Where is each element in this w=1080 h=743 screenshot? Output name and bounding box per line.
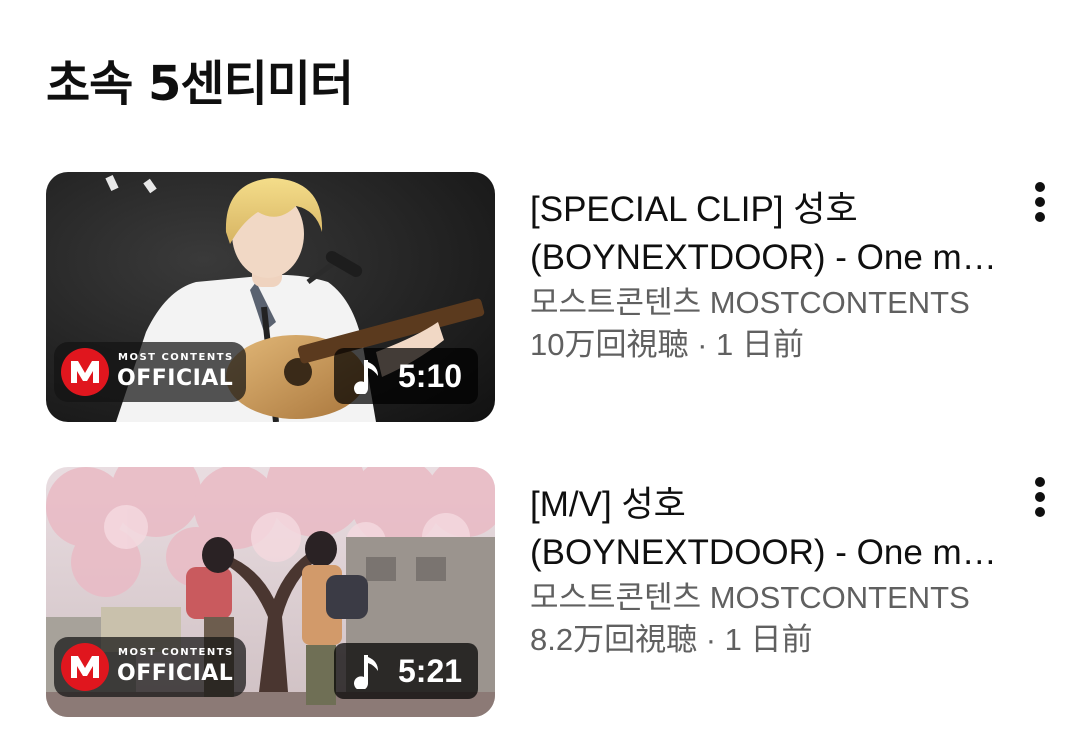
- duration-text: 5:21: [398, 653, 463, 689]
- channel-name[interactable]: 모스트콘텐츠 MOSTCONTENTS: [530, 577, 1010, 619]
- video-info[interactable]: [SPECIAL CLIP] 성호 (BOYNEXTDOOR) - One m……: [530, 186, 1010, 366]
- duration-badge: 5:21: [334, 643, 478, 699]
- video-info[interactable]: [M/V] 성호 (BOYNEXTDOOR) - One m… 모스트콘텐츠 M…: [530, 481, 1010, 661]
- video-title-line-1: [M/V] 성호: [530, 485, 686, 524]
- badge-official-text: OFFICIAL: [117, 661, 234, 686]
- music-note-icon: [354, 655, 378, 689]
- video-title-line-2: (BOYNEXTDOOR) - One m…: [530, 238, 997, 277]
- channel-logo-badge: MOST CONTENTS OFFICIAL: [54, 342, 246, 402]
- video-title-line-1: [SPECIAL CLIP] 성호: [530, 190, 858, 229]
- video-item[interactable]: MOST CONTENTS OFFICIAL 5:10 [SPECIAL CLI…: [0, 172, 1080, 422]
- music-note-icon: [354, 360, 378, 394]
- section-title: 초속 5센티미터: [46, 56, 354, 112]
- video-item[interactable]: MOST CONTENTS OFFICIAL 5:21 [M/V] 성호 (BO…: [0, 467, 1080, 717]
- video-title[interactable]: [SPECIAL CLIP] 성호 (BOYNEXTDOOR) - One m…: [530, 186, 1010, 282]
- more-vert-icon[interactable]: [1022, 178, 1058, 226]
- channel-logo-badge: MOST CONTENTS OFFICIAL: [54, 637, 246, 697]
- video-meta: 8.2万回視聴 · 1 日前: [530, 622, 813, 657]
- badge-small-text: MOST CONTENTS: [118, 352, 234, 363]
- badge-official-text: OFFICIAL: [117, 366, 234, 391]
- video-meta: 10万回視聴 · 1 日前: [530, 327, 804, 362]
- mostcontents-logo-icon: [61, 348, 109, 396]
- duration-text: 5:10: [398, 358, 463, 394]
- video-title-line-2: (BOYNEXTDOOR) - One m…: [530, 533, 997, 572]
- video-title[interactable]: [M/V] 성호 (BOYNEXTDOOR) - One m…: [530, 481, 1010, 577]
- mostcontents-logo-icon: [61, 643, 109, 691]
- badge-small-text: MOST CONTENTS: [118, 647, 234, 658]
- duration-badge: 5:10: [334, 348, 478, 404]
- video-thumbnail[interactable]: MOST CONTENTS OFFICIAL 5:10: [46, 172, 495, 422]
- video-thumbnail[interactable]: MOST CONTENTS OFFICIAL 5:21: [46, 467, 495, 717]
- more-vert-icon[interactable]: [1022, 473, 1058, 521]
- channel-name[interactable]: 모스트콘텐츠 MOSTCONTENTS: [530, 282, 1010, 324]
